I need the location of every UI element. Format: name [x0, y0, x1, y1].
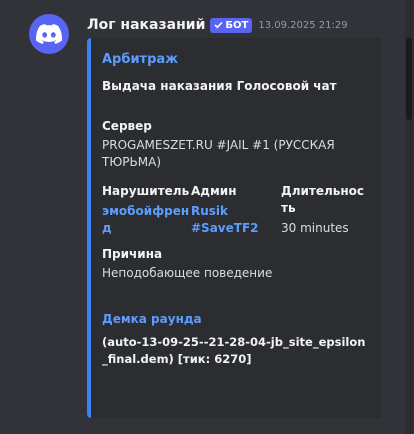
field-name-server: Сервер — [102, 119, 152, 133]
violator-link[interactable]: эмобойфренд — [102, 203, 191, 237]
avatar[interactable] — [29, 14, 69, 54]
discord-logo-icon — [36, 24, 62, 44]
field-name-violator: Нарушитель — [102, 184, 190, 198]
inline-fields-row: Нарушитель эмобойфренд Админ Rusik #Save… — [102, 183, 370, 237]
scrollbar-thumb[interactable] — [406, 38, 412, 120]
username[interactable]: Лог наказаний — [87, 17, 205, 33]
field-value-server: PROGAMESZET.RU #JAIL #1 (РУССКАЯ ТЮРЬМА) — [102, 138, 335, 169]
bot-badge: БОТ — [210, 17, 253, 33]
message-header: Лог наказаний БОТ 13.09.2025 21:29 — [87, 14, 348, 36]
embed-card: Арбитраж Выдача наказания Голосовой чат … — [87, 38, 382, 418]
demo-link[interactable]: Демка раунда — [102, 312, 370, 326]
chat-message: Лог наказаний БОТ 13.09.2025 21:29 Арбит… — [0, 0, 414, 434]
embed-title: Выдача наказания Голосовой чат — [102, 79, 337, 93]
field-name-reason: Причина — [102, 247, 163, 261]
field-value-demo: (auto-13-09-25--21-28-04-jb_site_epsilon… — [102, 335, 366, 366]
field-admin: Админ Rusik #SaveTF2 — [191, 183, 281, 237]
field-value-duration: 30 minutes — [281, 221, 349, 235]
field-reason: Причина Неподобающее поведение — [102, 247, 370, 282]
admin-link[interactable]: Rusik #SaveTF2 — [191, 203, 281, 237]
field-name-duration: Длительность — [281, 184, 365, 215]
field-name-admin: Админ — [191, 184, 237, 198]
embed-author: Арбитраж — [102, 52, 179, 67]
timestamp[interactable]: 13.09.2025 21:29 — [258, 20, 347, 31]
field-violator: Нарушитель эмобойфренд — [102, 183, 191, 237]
field-demo: Демка раунда (auto-13-09-25--21-28-04-jb… — [102, 312, 370, 368]
field-duration: Длительность 30 minutes — [281, 183, 370, 237]
field-server: Сервер PROGAMESZET.RU #JAIL #1 (РУССКАЯ … — [102, 119, 370, 171]
field-value-reason: Неподобающее поведение — [102, 266, 273, 280]
checkmark-icon — [214, 21, 223, 29]
bot-badge-label: БОТ — [225, 19, 249, 31]
